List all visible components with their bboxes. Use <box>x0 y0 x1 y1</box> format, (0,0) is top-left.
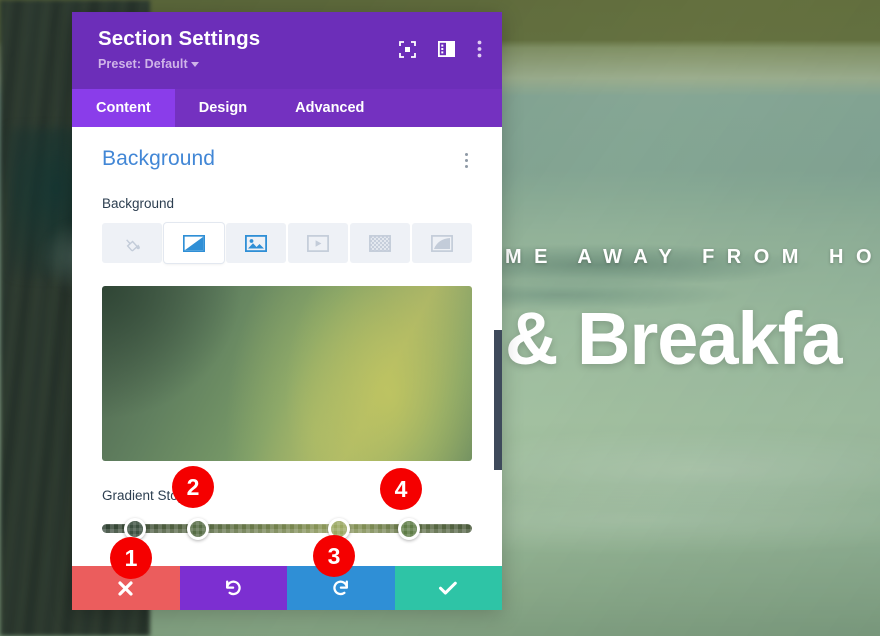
save-button[interactable] <box>394 566 502 610</box>
preset-label: Preset: Default <box>98 56 188 71</box>
section-settings-panel: Section Settings Preset: Default Content… <box>72 12 502 610</box>
panel-header: Section Settings Preset: Default <box>72 12 502 89</box>
redo-arrow-icon <box>331 578 351 598</box>
mask-icon <box>431 234 453 252</box>
background-image-tab[interactable] <box>226 223 286 263</box>
tab-advanced[interactable]: Advanced <box>271 89 388 127</box>
background-pattern-tab[interactable] <box>350 223 410 263</box>
paint-bucket-icon <box>123 234 142 253</box>
background-gradient-tab[interactable] <box>164 223 224 263</box>
panel-body: Background Background Gradient Stops <box>72 127 502 566</box>
gradient-icon <box>183 234 205 252</box>
undo-button[interactable] <box>179 566 287 610</box>
preset-selector[interactable]: Preset: Default <box>98 57 478 71</box>
background-field-label: Background <box>102 196 175 211</box>
step-badge-2: 2 <box>172 466 214 508</box>
step-badge-1: 1 <box>110 537 152 579</box>
panel-tab-bar: Content Design Advanced <box>72 89 502 127</box>
gradient-preview[interactable] <box>102 286 472 461</box>
website-headline-text: & Breakfa <box>505 297 843 380</box>
video-icon <box>307 234 329 252</box>
tab-content[interactable]: Content <box>72 89 175 127</box>
website-eyebrow-text: ME AWAY FROM HOME <box>505 246 880 268</box>
background-mask-tab[interactable] <box>412 223 472 263</box>
undo-arrow-icon <box>223 578 243 598</box>
section-more-options-icon[interactable] <box>461 147 472 174</box>
background-video-tab[interactable] <box>288 223 348 263</box>
step-badge-4: 4 <box>380 468 422 510</box>
checkmark-icon <box>438 580 458 596</box>
close-x-icon <box>117 580 134 597</box>
background-color-tab[interactable] <box>102 223 162 263</box>
header-icon-group <box>399 40 482 58</box>
tab-design[interactable]: Design <box>175 89 271 127</box>
screenshot-root: ME AWAY FROM HOME & Breakfa Section Sett… <box>0 0 880 636</box>
gradient-stop-handle-4[interactable] <box>398 518 421 540</box>
panel-scrollbar[interactable] <box>494 330 502 470</box>
step-badge-3: 3 <box>313 535 355 577</box>
focus-frame-icon[interactable] <box>399 40 416 58</box>
gradient-stop-handle-2[interactable] <box>187 518 210 540</box>
section-title-background: Background <box>102 147 216 170</box>
gradient-stops-slider[interactable] <box>102 518 472 540</box>
background-type-tab-group <box>102 223 472 263</box>
pattern-icon <box>369 234 391 252</box>
more-options-icon[interactable] <box>477 40 482 58</box>
image-icon <box>245 234 267 252</box>
chevron-down-icon <box>190 61 199 67</box>
background-section-header: Background <box>102 147 472 174</box>
layout-panel-icon[interactable] <box>438 41 455 57</box>
